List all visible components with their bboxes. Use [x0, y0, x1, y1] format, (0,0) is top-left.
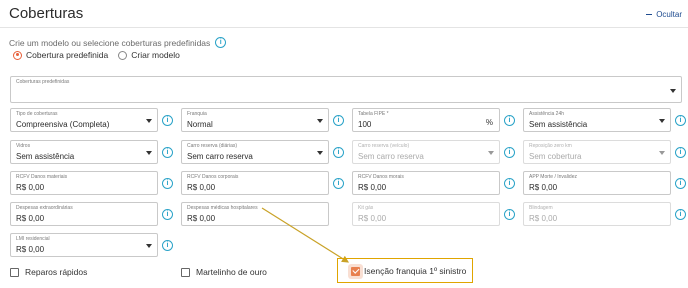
isencao-row[interactable]: Isenção franquia 1º sinistro [351, 266, 466, 276]
reparos-rapidos-row[interactable]: Reparos rápidos [10, 267, 87, 277]
reparos-label: Reparos rápidos [25, 267, 88, 277]
isencao-label: Isenção franquia 1º sinistro [364, 266, 467, 276]
martelinho-row[interactable]: Martelinho de ouro [181, 267, 267, 277]
isencao-checkbox[interactable] [351, 266, 360, 276]
annotation-arrow [261, 207, 350, 263]
martelinho-label: Martelinho de ouro [196, 267, 267, 277]
martelinho-checkbox[interactable] [181, 267, 190, 277]
reparos-checkbox[interactable] [10, 267, 19, 277]
